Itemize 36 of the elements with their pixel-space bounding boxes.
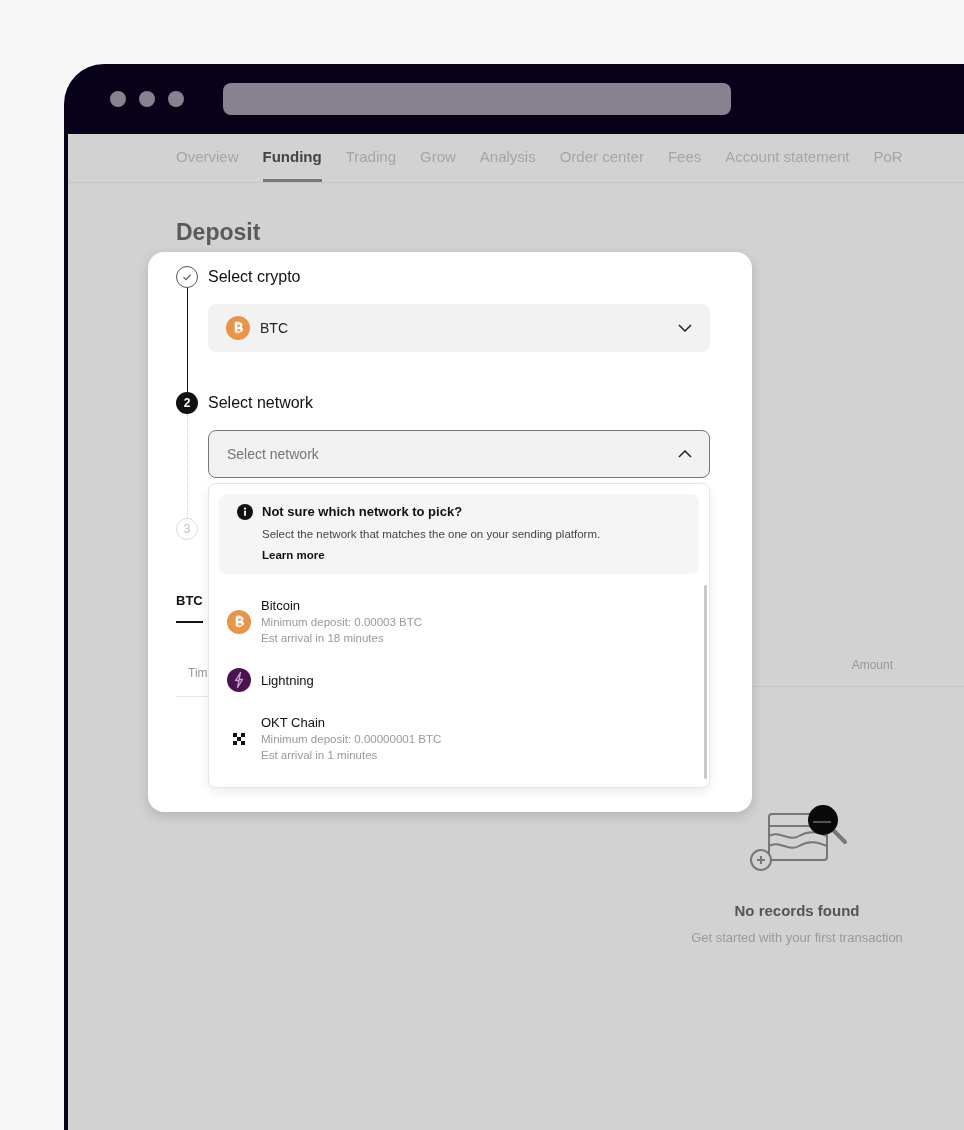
notice-title: Not sure which network to pick? — [262, 504, 464, 520]
window-dot — [110, 91, 126, 107]
learn-more-link[interactable]: Learn more — [262, 547, 325, 565]
minimum-deposit: Minimum deposit: 0.00003 BTC — [261, 615, 423, 630]
step-indicator: 2 — [176, 392, 198, 414]
chevron-down-icon — [678, 324, 692, 332]
network-name: Lightning — [261, 671, 314, 689]
column-header: Tim — [188, 665, 208, 680]
minimum-deposit: Minimum deposit: 0.00000001 BTC — [261, 732, 442, 747]
step-label: Select network — [208, 393, 313, 413]
page-title: Deposit — [176, 217, 262, 246]
bitcoin-icon — [226, 316, 250, 340]
network-name: OKT Chain — [261, 714, 327, 731]
network-name: Bitcoin — [261, 597, 302, 614]
network-option[interactable]: Lightning — [219, 668, 699, 692]
bitcoin-icon — [227, 609, 251, 634]
network-option[interactable]: OKT Chain Minimum deposit: 0.00000001 BTC Est arrival in 1 minutes — [219, 714, 699, 763]
crypto-select[interactable]: BTC — [208, 304, 710, 352]
history-tab[interactable]: BTC — [176, 591, 203, 623]
notice-text: Select the network that matches the one on your sending platform. — [262, 527, 601, 541]
empty-state-text: Get started with your first transaction — [690, 929, 904, 947]
check-icon — [182, 272, 192, 282]
arrival-time: Est arrival in 1 minutes — [261, 748, 379, 763]
network-option[interactable]: Bitcoin Minimum deposit: 0.00003 BTC Est arrival in 18 minutes — [219, 597, 699, 646]
step-label: Select crypto — [208, 267, 301, 287]
network-select[interactable]: Select network — [208, 430, 710, 478]
lightning-icon — [227, 668, 251, 692]
window-dot — [139, 91, 155, 107]
nav-tab[interactable]: Funding — [262, 146, 322, 182]
column-header: Amount — [851, 656, 893, 674]
chevron-up-icon — [678, 450, 692, 458]
arrival-time: Est arrival in 18 minutes — [261, 631, 385, 646]
empty-state-title: No records found — [733, 900, 861, 921]
info-icon — [237, 504, 253, 520]
window-dot — [168, 91, 184, 107]
scrollbar[interactable] — [704, 585, 707, 779]
